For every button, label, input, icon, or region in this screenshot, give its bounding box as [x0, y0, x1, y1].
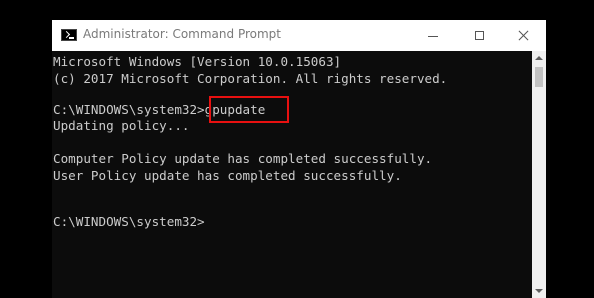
scroll-down-arrow-icon[interactable] [532, 284, 546, 298]
scroll-thumb[interactable] [535, 67, 543, 87]
title-bar[interactable]: Administrator: Command Prompt [52, 20, 546, 51]
cmd-app-icon[interactable] [61, 29, 77, 41]
console-output[interactable]: Microsoft Windows [Version 10.0.15063] (… [52, 51, 532, 298]
maximize-icon [474, 31, 484, 40]
console-line: Computer Policy update has completed suc… [53, 151, 433, 166]
console-line: Microsoft Windows [Version 10.0.15063] [53, 54, 342, 69]
console-line: Updating policy... [53, 118, 190, 133]
console-line: User Policy update has completed success… [53, 168, 402, 183]
console-line: (c) 2017 Microsoft Corporation. All righ… [53, 71, 448, 86]
scroll-up-arrow-icon[interactable] [532, 51, 546, 65]
minimize-icon [428, 35, 438, 37]
vertical-scrollbar[interactable] [532, 51, 546, 298]
window-title: Administrator: Command Prompt [83, 27, 281, 41]
command-prompt-window: Administrator: Command Prompt Microsoft … [52, 20, 546, 298]
command-highlight-box [209, 96, 289, 123]
close-button[interactable] [500, 20, 546, 51]
console-prompt: C:\WINDOWS\system32> [53, 214, 205, 229]
minimize-button[interactable] [410, 20, 456, 51]
close-icon [518, 30, 529, 41]
maximize-button[interactable] [456, 20, 502, 51]
